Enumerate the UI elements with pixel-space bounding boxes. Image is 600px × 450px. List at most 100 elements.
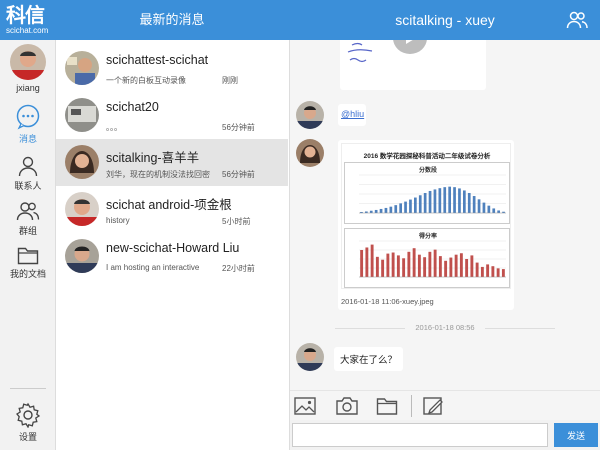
composer: 发送 xyxy=(290,420,600,450)
conversation-time: 5小时前 xyxy=(222,217,251,226)
chart-bar xyxy=(360,250,364,277)
top-bar: 科信 scichat.com 最新的消息 scitalking - xuey xyxy=(0,0,600,40)
folder-icon[interactable] xyxy=(376,396,398,416)
conversation-name: new-scichat-Howard Liu xyxy=(106,241,240,255)
chart-bar xyxy=(482,202,486,213)
sender-avatar[interactable] xyxy=(296,139,324,167)
chart-bar xyxy=(428,190,432,213)
chart-bar xyxy=(404,201,407,213)
score-chart-frame: 分数段 xyxy=(344,162,510,224)
sender-avatar[interactable] xyxy=(296,101,324,129)
chart-bar xyxy=(492,208,496,213)
whiteboard-thumbnail xyxy=(347,22,427,63)
chart-bar xyxy=(486,264,490,277)
chart-bar xyxy=(458,188,461,213)
left-nav: jxiang 消息 联系人 群组 我的文档 设置 xyxy=(0,40,56,450)
conversation-item[interactable]: scitalking-喜羊羊 刘华，现在的机制没法找回密 56分钟前 xyxy=(56,139,288,186)
conversation-preview: 刘华，现在的机制没法找回密 xyxy=(106,170,210,179)
group-icon xyxy=(16,202,40,221)
image-message[interactable]: 2016 数学花园探秘科普活动二年级试卷分析 分数段 得分率 2016-01-1… xyxy=(338,140,514,310)
conversation-list-title: 最新的消息 xyxy=(139,12,205,27)
chart-bar xyxy=(487,205,491,213)
nav-groups-label: 群组 xyxy=(18,226,37,236)
chart-bar xyxy=(475,262,479,277)
conversation-avatar xyxy=(65,51,99,85)
chart-bar xyxy=(414,197,417,213)
conversation-item[interactable]: scichat android-项金根 history 5小时前 xyxy=(56,186,288,233)
chart-bar xyxy=(407,251,411,277)
nav-settings[interactable]: 设置 xyxy=(0,402,56,443)
conversation-avatar xyxy=(65,98,99,132)
conversation-time: 56分钟前 xyxy=(222,123,255,132)
chart-bar xyxy=(394,205,398,213)
gear-icon xyxy=(16,402,41,428)
chart-bar xyxy=(379,208,383,213)
image-icon[interactable] xyxy=(294,396,316,416)
chart-bar xyxy=(444,260,448,277)
chart-bar xyxy=(470,255,474,277)
conversation-avatar xyxy=(65,192,99,226)
whiteboard-message[interactable] xyxy=(340,22,486,90)
chart-bar xyxy=(402,258,406,277)
chart-bar xyxy=(417,254,421,277)
chart-bar xyxy=(472,196,476,213)
conversation-time: 22小时前 xyxy=(222,264,255,273)
conversation-avatar xyxy=(65,239,99,273)
chat-bubble-icon xyxy=(16,104,40,130)
nav-groups[interactable]: 群组 xyxy=(0,200,56,237)
rate-chart-frame: 得分率 xyxy=(344,228,510,288)
image-title: 2016 数学花园探秘科普活动二年级试卷分析 xyxy=(363,153,491,160)
chart-bar xyxy=(496,268,500,277)
conversation-name: scitalking-喜羊羊 xyxy=(106,151,200,165)
composer-toolbar xyxy=(290,390,600,420)
chart-bar xyxy=(412,248,416,277)
user-name: jxiang xyxy=(16,83,40,93)
image-content: 2016 数学花园探秘科普活动二年级试卷分析 分数段 得分率 xyxy=(341,143,511,289)
conversation-item[interactable]: scichattest-scichat 一个新的白板互动录像 刚刚 xyxy=(56,45,288,92)
user-avatar[interactable] xyxy=(10,44,46,80)
group-members-icon[interactable] xyxy=(566,9,588,31)
chart-bar xyxy=(501,269,505,277)
whiteboard-icon[interactable] xyxy=(423,396,445,416)
chart-bar xyxy=(448,186,451,213)
folder-icon xyxy=(17,247,39,265)
chart-bar xyxy=(433,189,437,213)
nav-messages[interactable]: 消息 xyxy=(0,104,56,145)
chart-bar xyxy=(467,192,471,213)
nav-messages-label: 消息 xyxy=(18,134,37,144)
chart-bar xyxy=(365,247,369,277)
mention-message[interactable]: @hliu xyxy=(338,104,366,126)
image-caption: 2016-01-18 11:06-xuey.jpeg xyxy=(341,297,434,306)
text-message[interactable]: 大家在了么？ xyxy=(334,347,404,371)
chart-bar xyxy=(454,254,458,277)
message-input[interactable] xyxy=(292,423,548,447)
chart-bar xyxy=(449,257,453,277)
conversation-preview: 。。。 xyxy=(106,123,122,132)
logo-text: 科信 xyxy=(6,3,45,27)
conversation-avatar xyxy=(65,145,99,179)
camera-icon[interactable] xyxy=(335,396,359,416)
chart-bar xyxy=(391,252,395,277)
chart-bar xyxy=(389,206,393,213)
score-rate-chart xyxy=(359,240,506,278)
conversation-item[interactable]: new-scichat-Howard Liu I am hosting an i… xyxy=(56,233,288,280)
sender-avatar[interactable] xyxy=(296,343,324,371)
send-button[interactable]: 发送 xyxy=(554,423,598,447)
conversation-item[interactable]: scichat20 。。。 56分钟前 xyxy=(56,92,288,139)
nav-contacts-label: 联系人 xyxy=(14,181,42,191)
conversation-name: scichattest-scichat xyxy=(106,53,209,67)
chart-bar xyxy=(433,249,437,277)
chart-bar xyxy=(491,266,495,277)
chart-bar xyxy=(465,259,469,277)
chart-bar xyxy=(438,188,442,213)
conversation-preview: I am hosting an interactive xyxy=(106,263,200,272)
chart-bar xyxy=(418,195,422,213)
chart-bar xyxy=(381,259,385,277)
score-distribution-chart xyxy=(359,174,506,214)
chart-bar xyxy=(370,244,374,277)
person-icon xyxy=(18,156,38,177)
chart-bar xyxy=(443,187,447,213)
nav-contacts[interactable]: 联系人 xyxy=(0,155,56,192)
nav-documents[interactable]: 我的文档 xyxy=(0,245,56,280)
chart-bar xyxy=(423,257,427,277)
